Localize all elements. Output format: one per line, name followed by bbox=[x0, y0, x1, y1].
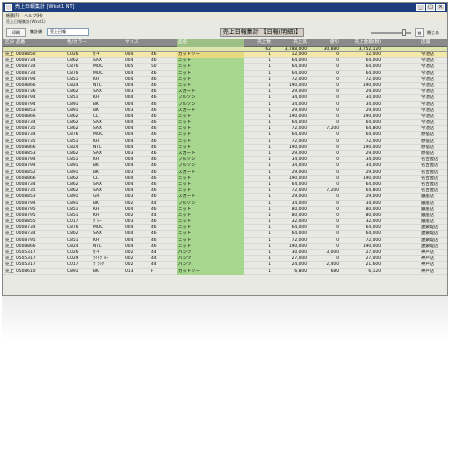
close-label[interactable]: 閉じる bbox=[427, 30, 439, 36]
app-window: 売上日報集計 [Wkst1 NT] _ □ × 帳票(F) ヘルプ(H) 売上日… bbox=[2, 2, 448, 296]
cell-color-name: BK bbox=[93, 268, 99, 274]
cell-sales: 6,800 bbox=[294, 268, 307, 274]
window-controls: _ □ × bbox=[416, 4, 445, 11]
header-sales[interactable]: 売上高 bbox=[271, 39, 307, 47]
minimize-button[interactable]: _ bbox=[416, 4, 425, 11]
grid-header: 区分 品番 色/カラー サイズ 品名 売上数 売上高 値引 売上金額(税) 店舗 bbox=[3, 39, 447, 47]
header-store[interactable]: 店舗 bbox=[421, 39, 447, 47]
cell-store: 神戸店 bbox=[421, 268, 435, 274]
header-qty[interactable]: 売上数 bbox=[243, 39, 271, 47]
title-bar: 売上日報集計 [Wkst1 NT] _ □ × bbox=[3, 3, 447, 12]
close-window-button[interactable]: × bbox=[436, 4, 445, 11]
maximize-button[interactable]: □ bbox=[426, 4, 435, 11]
table-row[interactable]: 売上 0508610 C891 BK 013 F カットソー 1 6,800 680 6,120 神戸… bbox=[3, 268, 447, 275]
cell-qty: 1 bbox=[268, 268, 271, 274]
header-amount[interactable]: 売上金額(税) bbox=[339, 39, 381, 47]
cell-hinban: 0508610 bbox=[16, 268, 36, 274]
report-title: 売上日報集計 【日報(明細)】 bbox=[220, 28, 304, 37]
header-discount[interactable]: 値引 bbox=[307, 39, 339, 47]
sales-grid: 区分 品番 色/カラー サイズ 品名 売上数 売上高 値引 売上金額(税) 店舗… bbox=[3, 39, 447, 275]
header-hinban[interactable]: 品番 bbox=[16, 39, 56, 47]
sort-select[interactable]: 売上日報 bbox=[47, 28, 89, 36]
cell-size2: F bbox=[151, 268, 154, 274]
cell-hinmei: カットソー bbox=[177, 268, 244, 275]
window-title: 売上日報集計 [Wkst1 NT] bbox=[15, 4, 75, 10]
cell-kubun: 売上 bbox=[5, 268, 14, 274]
menu-help[interactable]: ヘルプ(H) bbox=[24, 12, 42, 19]
header-kubun[interactable]: 区分 bbox=[5, 39, 14, 47]
cell-discount: 680 bbox=[330, 268, 339, 274]
cell-size: 013 bbox=[125, 268, 134, 274]
window-reflection bbox=[2, 296, 448, 342]
print-button[interactable]: 印刷 bbox=[6, 28, 26, 37]
sort-label: 集計順 bbox=[30, 29, 42, 34]
app-icon bbox=[5, 4, 12, 11]
printer-icon[interactable]: ▤ bbox=[415, 28, 424, 37]
header-hinmei[interactable]: 品名 bbox=[177, 39, 244, 47]
cell-amount: 6,120 bbox=[368, 268, 381, 274]
menu-file[interactable]: 帳票(F) bbox=[6, 12, 19, 19]
header-color[interactable]: 色/カラー bbox=[67, 39, 111, 47]
zoom-slider-thumb[interactable] bbox=[402, 29, 406, 36]
header-size[interactable]: サイズ bbox=[125, 39, 149, 47]
toolbar: 印刷 集計順 売上日報 売上日報集計 【日報(明細)】 ▤ 閉じる bbox=[3, 25, 447, 40]
menu-bar: 帳票(F) ヘルプ(H) bbox=[3, 12, 447, 19]
